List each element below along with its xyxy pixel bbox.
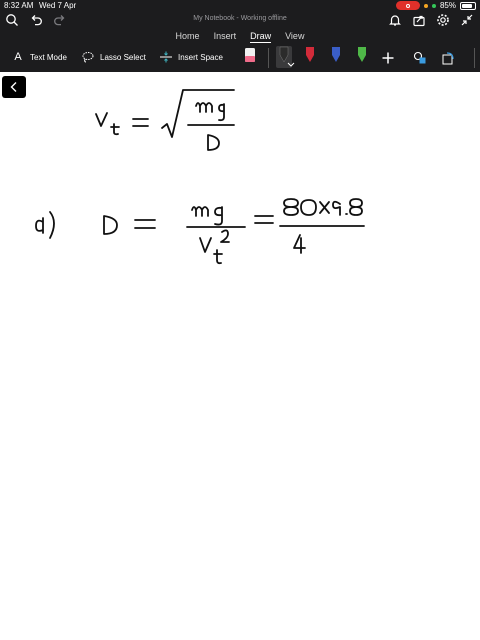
text-mode-button[interactable]: A Text Mode (12, 51, 67, 63)
title-bar: My Notebook - Working offline (0, 10, 480, 30)
insert-space-icon (160, 51, 172, 63)
settings-gear-icon[interactable] (435, 12, 451, 28)
pen-blue-icon[interactable] (328, 46, 344, 68)
status-time: 8:32 AM (4, 1, 34, 10)
text-a-icon: A (14, 51, 22, 63)
lasso-select-label: Lasso Select (100, 52, 146, 62)
battery-percent: 85% (439, 1, 456, 10)
notification-bell-icon[interactable] (387, 12, 403, 28)
screen-recording-icon[interactable] (395, 1, 420, 10)
ink-equation-part-a (35, 198, 365, 265)
insert-space-button[interactable]: Insert Space (160, 51, 223, 63)
shapes-icon[interactable] (412, 50, 428, 66)
tab-draw[interactable]: Draw (250, 31, 272, 43)
share-icon[interactable] (411, 12, 427, 28)
insert-space-label: Insert Space (178, 52, 223, 62)
camera-indicator-icon (431, 3, 436, 8)
tab-home[interactable]: Home (176, 31, 200, 43)
draw-toolbar: A Text Mode Lasso Select Insert Space (0, 46, 480, 72)
tab-insert[interactable]: Insert (214, 31, 237, 43)
tab-view[interactable]: View (285, 31, 304, 43)
lasso-icon (82, 51, 94, 63)
status-date: Wed 7 Apr (39, 1, 77, 10)
toolbar-scroll-edge (474, 48, 475, 68)
text-mode-label: Text Mode (30, 52, 67, 62)
ink-canvas[interactable] (0, 72, 480, 640)
chevron-down-icon[interactable] (287, 62, 295, 68)
ink-equation-terminal-velocity (95, 89, 235, 151)
toolbar-divider (268, 48, 269, 68)
app-chrome: 8:32 AM Wed 7 Apr 85% My Notebook - Work… (0, 0, 480, 72)
highlighter-green-icon[interactable] (354, 46, 370, 68)
ribbon-tabs: Home Insert Draw View (0, 31, 480, 43)
collapse-ribbon-icon[interactable] (459, 12, 475, 28)
ink-to-shape-icon[interactable] (440, 50, 456, 66)
battery-icon (460, 1, 476, 10)
pen-red-icon[interactable] (302, 46, 318, 68)
eraser-icon[interactable] (242, 46, 258, 68)
lasso-select-button[interactable]: Lasso Select (82, 51, 146, 63)
mic-indicator-icon (423, 3, 428, 8)
document-title: My Notebook - Working offline (193, 15, 287, 22)
add-pen-icon[interactable] (380, 50, 396, 66)
